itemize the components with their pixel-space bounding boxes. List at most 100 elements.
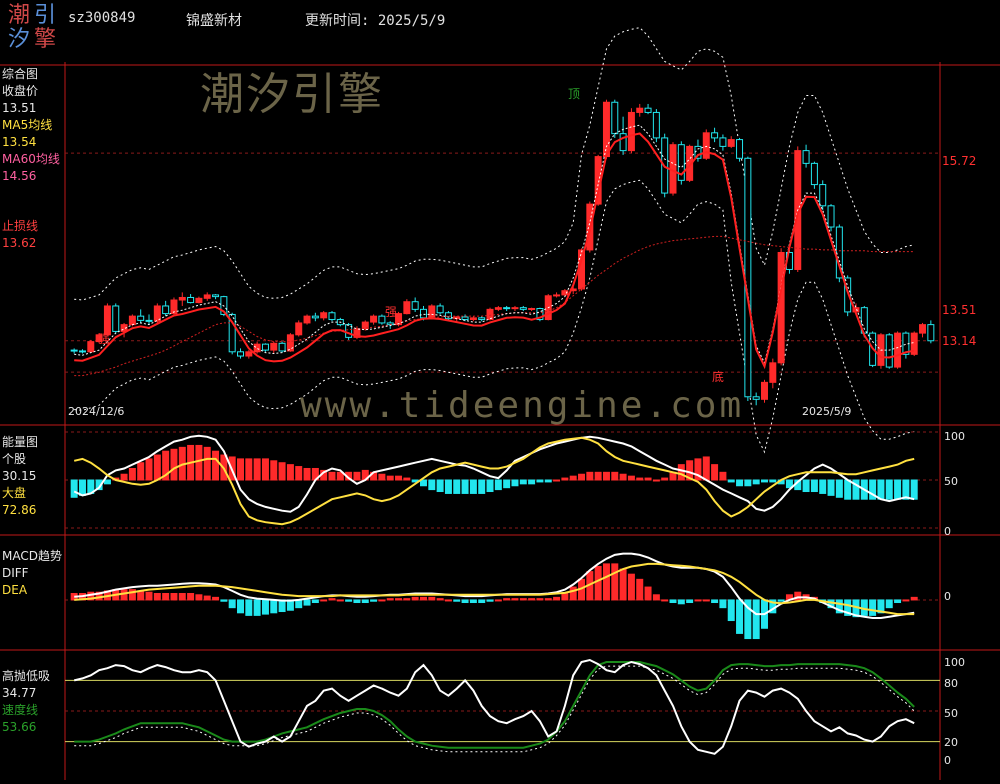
- energy-bar-31: [328, 471, 336, 481]
- logo: 潮引 汐擎: [6, 4, 62, 58]
- energy-bar-58: [553, 479, 561, 482]
- update-time: 更新时间: 2025/5/9: [305, 13, 446, 29]
- macd-bar-37: [378, 599, 386, 602]
- macd-bar-30: [320, 599, 328, 602]
- candle-body-51: [494, 307, 502, 310]
- candle-body-85: [777, 251, 785, 364]
- energy-bar-45: [444, 479, 452, 494]
- p2-stock-label: 个股: [2, 452, 27, 466]
- macd-bar-38: [386, 598, 394, 601]
- macd-bar-67: [627, 573, 635, 601]
- candle-body-43: [428, 305, 436, 319]
- candle-body-20: [237, 351, 244, 357]
- watermark-url: www.tideengine.com: [300, 385, 745, 426]
- macd-bar-9: [145, 591, 153, 601]
- p4-fast-value: 34.77: [2, 686, 37, 700]
- macd-bar-49: [478, 599, 486, 604]
- macd-bar-57: [544, 598, 552, 601]
- ma5-line: [74, 124, 915, 365]
- candle-body-65: [611, 101, 619, 135]
- candle-body-0: [70, 349, 78, 352]
- energy-bar-82: [752, 479, 760, 485]
- p2-tick-0: 0: [944, 525, 951, 538]
- macd-bar-98: [885, 599, 893, 609]
- candle-body-83: [761, 381, 768, 400]
- candle-body-16: [203, 294, 211, 299]
- macd-bar-39: [395, 598, 403, 601]
- macd-bar-72: [669, 599, 677, 604]
- candle-body-53: [511, 307, 519, 310]
- energy-bar-57: [544, 479, 552, 483]
- energy-bar-56: [536, 479, 544, 483]
- energy-bar-60: [569, 475, 577, 481]
- candle-body-28: [303, 315, 311, 324]
- macd-bar-99: [894, 599, 902, 604]
- logo-char-2: 引: [33, 3, 56, 28]
- macd-bar-73: [677, 599, 685, 605]
- energy-bar-26: [286, 464, 294, 481]
- candle-body-42: [419, 308, 427, 319]
- macd-bar-28: [303, 599, 311, 606]
- macd-bar-77: [711, 599, 719, 604]
- energy-bar-46: [453, 479, 461, 494]
- macd-bar-82: [752, 599, 760, 640]
- kdj-speed-line: [74, 661, 915, 749]
- candle-body-7: [128, 315, 136, 326]
- energy-bar-81: [744, 479, 752, 487]
- energy-bar-73: [677, 464, 685, 481]
- macd-bar-40: [403, 598, 411, 601]
- p1-ma5-value: 13.54: [2, 135, 37, 149]
- macd-bar-41: [411, 596, 419, 601]
- p1-title: 综合图: [2, 67, 39, 81]
- p4-tick-0: 0: [944, 754, 951, 767]
- macd-bar-25: [278, 599, 286, 613]
- candle-body-49: [478, 317, 486, 321]
- macd-bar-35: [361, 599, 369, 604]
- energy-bar-68: [636, 477, 644, 481]
- candle-body-41: [411, 301, 419, 310]
- energy-bar-16: [203, 446, 211, 481]
- energy-bar-52: [503, 479, 511, 489]
- kdj-speed-dotted: [74, 665, 915, 753]
- candle-body-21: [245, 351, 253, 357]
- energy-bar-10: [153, 454, 161, 481]
- candle-body-1: [78, 350, 86, 353]
- candle-body-31: [328, 312, 336, 321]
- candle-body-84: [769, 362, 777, 383]
- macd-bar-63: [594, 565, 602, 601]
- energy-bar-88: [802, 479, 810, 493]
- energy-bar-17: [212, 450, 220, 481]
- macd-bar-24: [270, 599, 278, 614]
- candle-body-23: [261, 343, 269, 351]
- energy-bar-49: [478, 479, 486, 494]
- macd-bar-29: [311, 599, 319, 604]
- p2-market-value: 72.86: [2, 503, 37, 517]
- energy-bar-53: [511, 479, 519, 487]
- energy-bar-99: [894, 479, 902, 500]
- energy-bar-8: [137, 462, 145, 481]
- p2-title: 能量图: [2, 435, 39, 449]
- energy-bar-24: [270, 460, 278, 481]
- p1-close-value: 13.51: [2, 101, 37, 115]
- annotation-strong-1: 强: [98, 332, 111, 346]
- p3-title: MACD趋势: [2, 549, 62, 563]
- logo-char-3: 汐: [7, 27, 30, 52]
- stock-name: 锦盛新材: [186, 13, 242, 29]
- candle-body-79: [727, 139, 735, 147]
- energy-bar-70: [652, 479, 660, 482]
- macd-bar-71: [661, 599, 669, 602]
- energy-bar-6: [120, 473, 128, 481]
- energy-bar-43: [428, 479, 436, 491]
- macd-bar-10: [153, 593, 161, 601]
- macd-bar-46: [453, 599, 461, 602]
- energy-bar-84: [769, 479, 777, 483]
- date-end: 2025/5/9: [802, 405, 852, 418]
- candle-body-99: [894, 332, 902, 368]
- candle-body-91: [827, 205, 835, 228]
- candle-body-88: [802, 150, 810, 164]
- candle-body-76: [702, 132, 710, 159]
- macd-bar-100: [902, 599, 910, 602]
- macd-bar-53: [511, 598, 519, 601]
- energy-bar-0: [70, 479, 78, 498]
- macd-bar-48: [469, 599, 477, 604]
